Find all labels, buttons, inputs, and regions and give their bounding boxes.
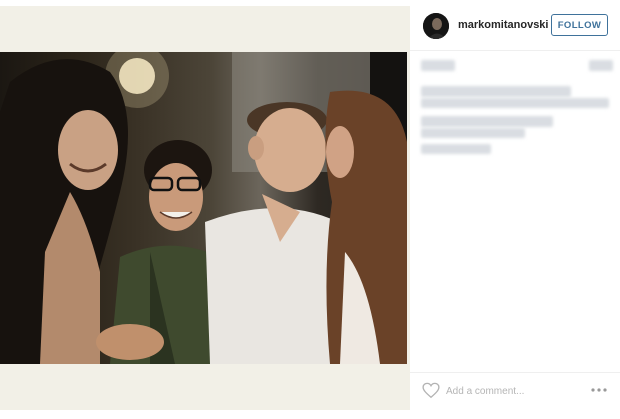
avatar[interactable]: [423, 13, 449, 39]
avatar-image: [423, 13, 449, 39]
post-header: markomitanovski FOLLOW: [410, 6, 620, 51]
post-photo[interactable]: [0, 52, 407, 364]
heart-outline-icon[interactable]: [422, 382, 440, 399]
follow-button[interactable]: FOLLOW: [551, 14, 608, 36]
username-link[interactable]: markomitanovski: [458, 19, 548, 31]
ellipsis-icon[interactable]: [590, 387, 608, 393]
comment-bar: [410, 372, 620, 409]
caption-redacted: [421, 82, 613, 162]
comment-input[interactable]: [446, 383, 566, 399]
post-sidebar: markomitanovski FOLLOW: [410, 0, 620, 419]
media-panel: [0, 6, 410, 410]
photo-illustration: [0, 52, 407, 364]
likes-and-time-redacted: [421, 58, 613, 74]
post-viewer: markomitanovski FOLLOW: [0, 0, 620, 419]
